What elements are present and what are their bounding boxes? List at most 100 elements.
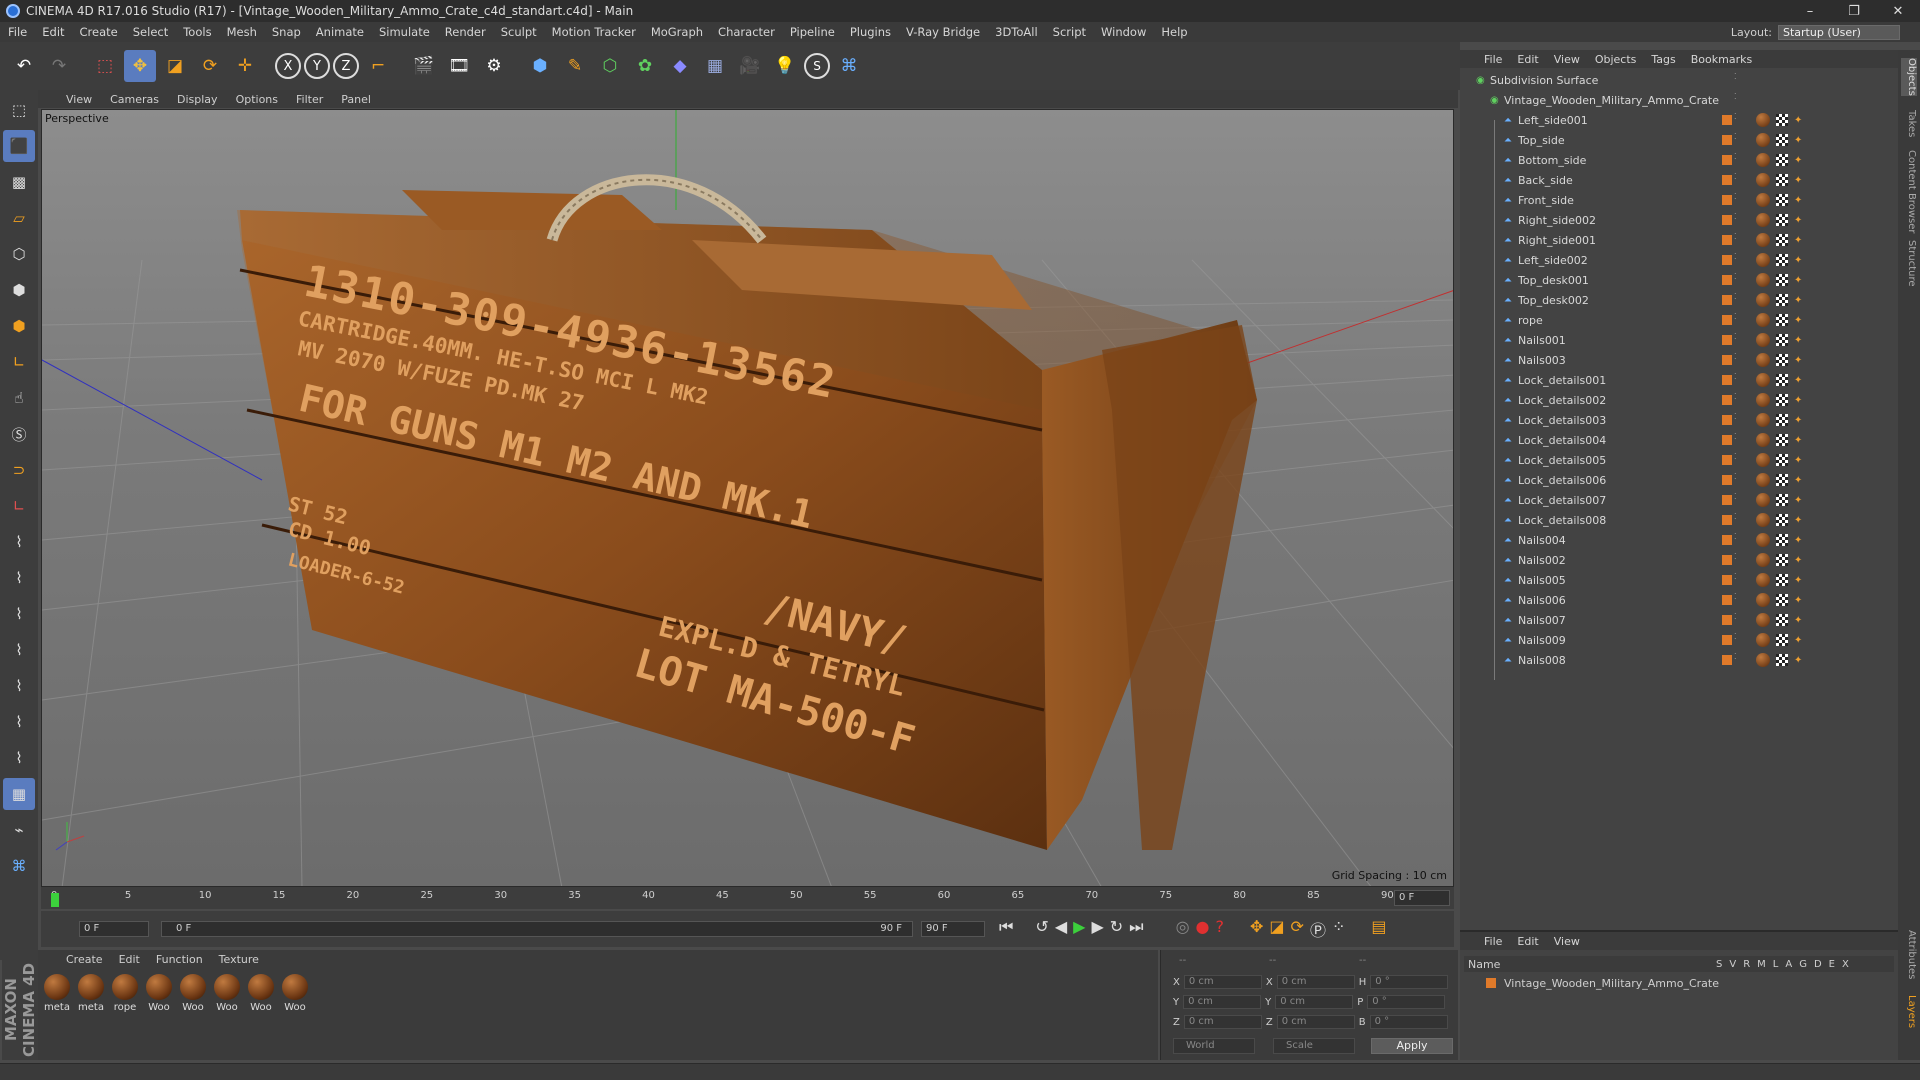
- visibility-dots-icon[interactable]: ⁚: [1734, 93, 1739, 106]
- key-scale-icon[interactable]: ◪: [1269, 917, 1284, 941]
- menu-pipeline[interactable]: Pipeline: [790, 25, 835, 39]
- axis-mode-icon[interactable]: ∟: [3, 346, 35, 378]
- material-swatch[interactable]: Woo: [246, 972, 276, 1018]
- layer-tag-icon[interactable]: [1722, 135, 1732, 145]
- key-param-icon[interactable]: Ⓟ: [1310, 917, 1326, 941]
- visibility-dots-icon[interactable]: ⁚: [1734, 493, 1739, 506]
- object-row[interactable]: ⏶ Lock_details001 ⁚ ✦: [1460, 370, 1898, 390]
- phong-tag-icon[interactable]: ✦: [1794, 255, 1802, 266]
- visibility-dots-icon[interactable]: ⁚: [1734, 273, 1739, 286]
- autokey-icon[interactable]: ?: [1216, 917, 1225, 941]
- object-row[interactable]: ⏶ Nails009 ⁚ ✦: [1460, 630, 1898, 650]
- uvw-tag-icon[interactable]: [1776, 214, 1788, 226]
- magnet-icon[interactable]: ⊃: [3, 454, 35, 486]
- visibility-dots-icon[interactable]: ⁚: [1734, 153, 1739, 166]
- visibility-dots-icon[interactable]: ⁚: [1734, 193, 1739, 206]
- light-icon[interactable]: 💡: [769, 50, 801, 82]
- layer-tag-icon[interactable]: [1722, 435, 1732, 445]
- material-tag-icon[interactable]: [1756, 433, 1770, 447]
- y-axis-icon[interactable]: Y: [304, 53, 330, 79]
- menu-character[interactable]: Character: [718, 25, 775, 39]
- viewport-menu-panel[interactable]: Panel: [341, 93, 371, 106]
- phong-tag-icon[interactable]: ✦: [1794, 575, 1802, 586]
- visibility-dots-icon[interactable]: ⁚: [1734, 533, 1739, 546]
- workplane-icon[interactable]: ▱: [3, 202, 35, 234]
- phong-tag-icon[interactable]: ✦: [1794, 515, 1802, 526]
- layer-tag-icon[interactable]: [1722, 195, 1732, 205]
- material-menu-function[interactable]: Function: [156, 953, 203, 966]
- visibility-dots-icon[interactable]: ⁚: [1734, 653, 1739, 666]
- object-row[interactable]: ⏶ Lock_details003 ⁚ ✦: [1460, 410, 1898, 430]
- step-back-icon[interactable]: ◀: [1055, 917, 1067, 941]
- menu-select[interactable]: Select: [133, 25, 168, 39]
- python-icon[interactable]: ⌘: [833, 50, 865, 82]
- viewport-menu-filter[interactable]: Filter: [296, 93, 323, 106]
- layer-tag-icon[interactable]: [1722, 335, 1732, 345]
- visibility-dots-icon[interactable]: ⁚: [1734, 473, 1739, 486]
- visibility-dots-icon[interactable]: ⁚: [1734, 353, 1739, 366]
- visibility-dots-icon[interactable]: ⁚: [1734, 413, 1739, 426]
- object-row[interactable]: ⏶ Nails001 ⁚ ✦: [1460, 330, 1898, 350]
- material-tag-icon[interactable]: [1756, 113, 1770, 127]
- visibility-dots-icon[interactable]: ⁚: [1734, 293, 1739, 306]
- menu-window[interactable]: Window: [1101, 25, 1146, 39]
- object-row[interactable]: ⏶ Right_side001 ⁚ ✦: [1460, 230, 1898, 250]
- render-settings-icon[interactable]: ⚙: [478, 50, 510, 82]
- layer-col-x[interactable]: X: [1842, 959, 1849, 970]
- phong-tag-icon[interactable]: ✦: [1794, 415, 1802, 426]
- menu-motion-tracker[interactable]: Motion Tracker: [552, 25, 636, 39]
- menu-plugins[interactable]: Plugins: [850, 25, 891, 39]
- go-to-start-icon[interactable]: ⏮: [999, 917, 1013, 941]
- key-position-icon[interactable]: ✥: [1250, 917, 1263, 941]
- material-swatch[interactable]: meta: [76, 972, 106, 1018]
- phong-tag-icon[interactable]: ✦: [1794, 495, 1802, 506]
- menu-mesh[interactable]: Mesh: [227, 25, 257, 39]
- phong-tag-icon[interactable]: ✦: [1794, 535, 1802, 546]
- layer-tag-icon[interactable]: [1722, 255, 1732, 265]
- phong-tag-icon[interactable]: ✦: [1794, 195, 1802, 206]
- object-row[interactable]: ⏶ Left_side001 ⁚ ✦: [1460, 110, 1898, 130]
- visibility-dots-icon[interactable]: ⁚: [1734, 633, 1739, 646]
- uvw-tag-icon[interactable]: [1776, 494, 1788, 506]
- coord-value-field[interactable]: 0 cm: [1183, 975, 1262, 989]
- object-row[interactable]: ⏶ Back_side ⁚ ✦: [1460, 170, 1898, 190]
- apply-button[interactable]: Apply: [1371, 1038, 1453, 1054]
- material-tag-icon[interactable]: [1756, 253, 1770, 267]
- uvw-tag-icon[interactable]: [1776, 634, 1788, 646]
- coord-value-field[interactable]: 0 cm: [1275, 995, 1354, 1009]
- previous-key-icon[interactable]: ↺: [1035, 917, 1048, 941]
- tab-attributes[interactable]: Attributes: [1901, 930, 1917, 979]
- layer-tag-icon[interactable]: [1722, 275, 1732, 285]
- phong-tag-icon[interactable]: ✦: [1794, 215, 1802, 226]
- visibility-dots-icon[interactable]: ⁚: [1734, 333, 1739, 346]
- layer-tag-icon[interactable]: [1722, 475, 1732, 485]
- ammo-crate-model[interactable]: 1310-309-4936-13562 CARTRIDGE.40MM. HE-T…: [237, 174, 1257, 850]
- visibility-dots-icon[interactable]: ⁚: [1734, 553, 1739, 566]
- object-row[interactable]: ⏶ Lock_details007 ⁚ ✦: [1460, 490, 1898, 510]
- material-tag-icon[interactable]: [1756, 633, 1770, 647]
- coord-value-field[interactable]: 0 cm: [1276, 1015, 1355, 1029]
- phong-tag-icon[interactable]: ✦: [1794, 315, 1802, 326]
- material-swatch[interactable]: Woo: [178, 972, 208, 1018]
- object-row[interactable]: ⏶ Lock_details004 ⁚ ✦: [1460, 430, 1898, 450]
- tab-objects[interactable]: Objects: [1901, 58, 1917, 96]
- uvw-tag-icon[interactable]: [1776, 274, 1788, 286]
- phong-tag-icon[interactable]: ✦: [1794, 635, 1802, 646]
- python-console-icon[interactable]: ⌘: [3, 850, 35, 882]
- uvw-tag-icon[interactable]: [1776, 254, 1788, 266]
- object-row[interactable]: ⏶ Top_desk001 ⁚ ✦: [1460, 270, 1898, 290]
- layer-tag-icon[interactable]: [1722, 155, 1732, 165]
- phong-tag-icon[interactable]: ✦: [1794, 115, 1802, 126]
- layer-tag-icon[interactable]: [1722, 375, 1732, 385]
- material-menu-create[interactable]: Create: [66, 953, 103, 966]
- material-swatch[interactable]: rope: [110, 972, 140, 1018]
- object-menu-bookmarks[interactable]: Bookmarks: [1691, 53, 1752, 66]
- sculpt-flatten-icon[interactable]: ⌇: [3, 634, 35, 666]
- material-menu-texture[interactable]: Texture: [219, 953, 259, 966]
- uvw-tag-icon[interactable]: [1776, 434, 1788, 446]
- grid-mode-icon[interactable]: ▦: [3, 778, 35, 810]
- phong-tag-icon[interactable]: ✦: [1794, 335, 1802, 346]
- visibility-dots-icon[interactable]: ⁚: [1734, 573, 1739, 586]
- render-picture-viewer-icon[interactable]: 🎞: [443, 50, 475, 82]
- material-tag-icon[interactable]: [1756, 473, 1770, 487]
